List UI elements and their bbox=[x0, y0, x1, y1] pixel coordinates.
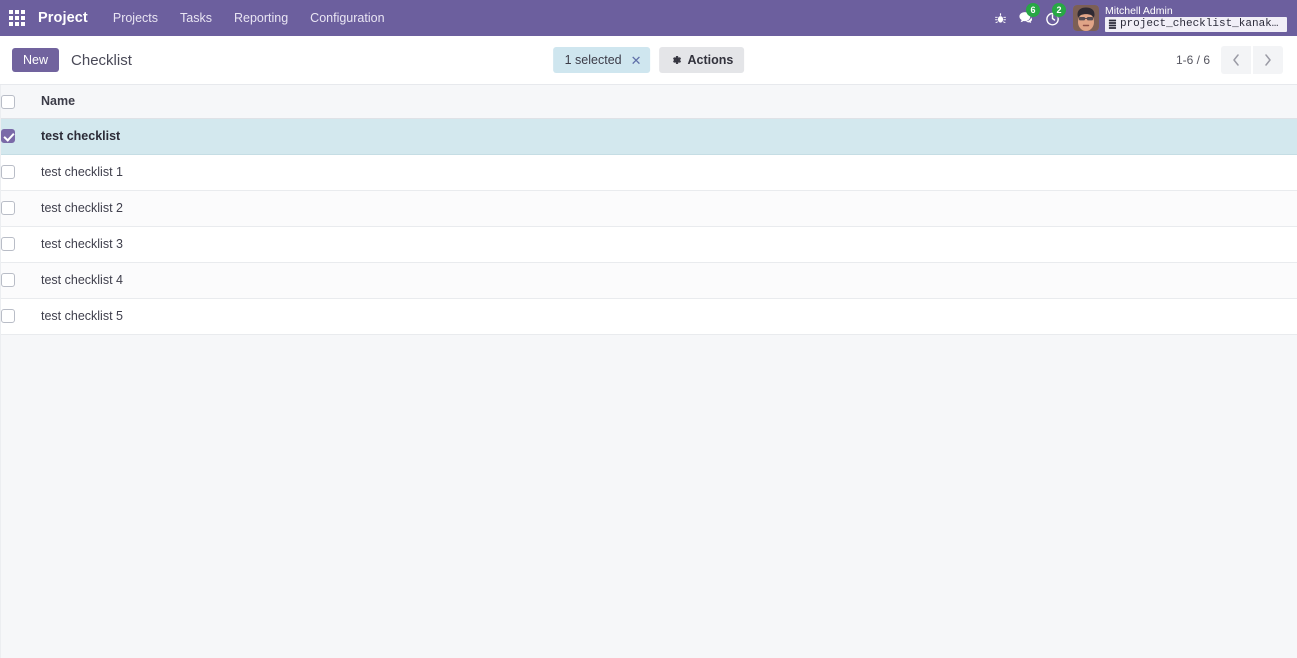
selection-count-label: 1 selected bbox=[564, 53, 622, 67]
row-select-cell[interactable] bbox=[1, 118, 41, 155]
menu-item-configuration[interactable]: Configuration bbox=[299, 0, 395, 36]
list-view: Name test checklist test checklist 1 test … bbox=[0, 85, 1297, 658]
apps-grid-icon[interactable] bbox=[0, 0, 34, 36]
pager-range: 1-6 / 6 bbox=[1175, 53, 1210, 67]
table-row[interactable]: test checklist 1 bbox=[1, 154, 1297, 191]
row-checkbox[interactable] bbox=[1, 273, 15, 288]
new-button[interactable]: New bbox=[12, 48, 60, 72]
top-navbar: Project Projects Tasks Reporting Configu… bbox=[0, 0, 1297, 36]
row-select-cell[interactable] bbox=[1, 190, 41, 227]
table-row[interactable]: test checklist 3 bbox=[1, 226, 1297, 263]
menu-item-reporting[interactable]: Reporting bbox=[223, 0, 299, 36]
row-checkbox[interactable] bbox=[1, 309, 15, 324]
app-brand-project[interactable]: Project bbox=[34, 10, 102, 26]
checklist-table: Name test checklist test checklist 1 test … bbox=[1, 85, 1297, 335]
table-row[interactable]: test checklist bbox=[1, 118, 1297, 155]
table-row[interactable]: test checklist 5 bbox=[1, 298, 1297, 335]
database-icon bbox=[1108, 19, 1117, 29]
row-name-cell[interactable]: test checklist 1 bbox=[41, 154, 1297, 191]
username-label: Mitchell Admin bbox=[1105, 4, 1173, 17]
row-name-cell[interactable]: test checklist 5 bbox=[41, 298, 1297, 335]
user-avatar[interactable] bbox=[1073, 5, 1099, 31]
chevron-left-icon bbox=[1233, 54, 1239, 66]
row-name-cell[interactable]: test checklist 3 bbox=[41, 226, 1297, 263]
table-body: test checklist test checklist 1 test check… bbox=[1, 118, 1297, 335]
messages-badge: 6 bbox=[1026, 3, 1040, 17]
column-header-name[interactable]: Name bbox=[41, 85, 1297, 119]
selection-toolbar: 1 selected ✕ Actions bbox=[552, 47, 745, 73]
actions-label: Actions bbox=[687, 53, 734, 67]
table-header: Name bbox=[1, 85, 1297, 119]
row-checkbox[interactable] bbox=[1, 165, 15, 180]
actions-button[interactable]: Actions bbox=[659, 47, 745, 73]
pager-next-button[interactable] bbox=[1253, 46, 1283, 74]
empty-space bbox=[1, 334, 1297, 658]
row-select-cell[interactable] bbox=[1, 226, 41, 263]
database-name: project_checklist_kanak_… bbox=[1119, 17, 1284, 30]
select-all-checkbox[interactable] bbox=[1, 94, 15, 109]
clock-icon[interactable]: 2 bbox=[1039, 0, 1066, 36]
chevron-right-icon bbox=[1265, 54, 1271, 66]
pager-previous-button[interactable] bbox=[1221, 46, 1251, 74]
row-checkbox[interactable] bbox=[1, 201, 15, 216]
row-select-cell[interactable] bbox=[1, 262, 41, 299]
chat-bubble-icon[interactable]: 6 bbox=[1013, 0, 1040, 36]
activities-badge: 2 bbox=[1052, 3, 1066, 17]
control-panel: New Checklist 1 selected ✕ Actions 1-6 /… bbox=[0, 36, 1297, 85]
gear-icon bbox=[673, 56, 682, 64]
menu-item-tasks[interactable]: Tasks bbox=[169, 0, 223, 36]
table-row[interactable]: test checklist 4 bbox=[1, 262, 1297, 299]
row-name-cell[interactable]: test checklist 4 bbox=[41, 262, 1297, 299]
select-all-header bbox=[1, 85, 41, 119]
row-name-cell[interactable]: test checklist bbox=[41, 118, 1297, 155]
row-select-cell[interactable] bbox=[1, 154, 41, 191]
row-checkbox[interactable] bbox=[1, 237, 15, 252]
database-chip: project_checklist_kanak_… bbox=[1105, 16, 1287, 32]
row-select-cell[interactable] bbox=[1, 298, 41, 335]
pager: 1-6 / 6 bbox=[1176, 46, 1283, 74]
menu-item-projects[interactable]: Projects bbox=[102, 0, 169, 36]
close-icon[interactable]: ✕ bbox=[631, 54, 642, 67]
navbar-right-group: 6 2 Mitchell Admin project_checklist_kan… bbox=[987, 0, 1289, 36]
row-checkbox[interactable] bbox=[1, 129, 15, 144]
user-menu[interactable]: Mitchell Admin project_checklist_kanak_… bbox=[1105, 0, 1289, 36]
table-header-row: Name bbox=[1, 85, 1297, 119]
table-row[interactable]: test checklist 2 bbox=[1, 190, 1297, 227]
selection-count-pill[interactable]: 1 selected ✕ bbox=[552, 47, 651, 73]
row-name-cell[interactable]: test checklist 2 bbox=[41, 190, 1297, 227]
bug-icon[interactable] bbox=[987, 0, 1013, 36]
breadcrumb: Checklist bbox=[71, 51, 132, 69]
